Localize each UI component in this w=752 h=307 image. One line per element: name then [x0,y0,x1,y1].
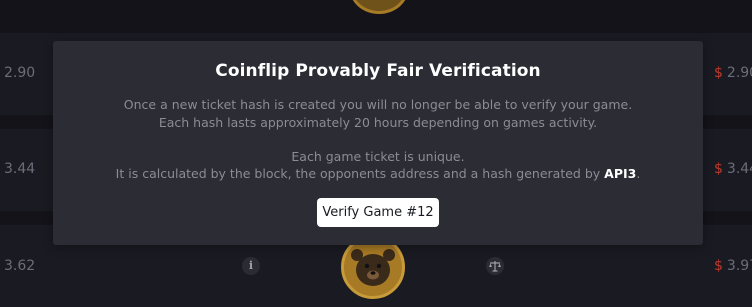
row-value-right-3: $3.97 [714,258,752,274]
row-value-left-2: 3.44 [4,161,36,177]
modal-text-line-4-end: . [636,166,641,181]
modal-text-line-4-start: It is calculated by the block, the oppon… [115,166,605,181]
row-amount: 3.44 [726,161,752,177]
verification-modal: Coinflip Provably Fair Verification Once… [53,41,703,245]
verify-game-button[interactable]: Verify Game #12 [317,198,439,227]
modal-text-line-3: Each game ticket is unique. [291,149,465,164]
modal-text-line-4: It is calculated by the block, the oppon… [53,166,703,181]
currency-symbol: $ [714,161,723,177]
balance-scale-icon[interactable] [486,257,504,275]
info-circle-icon[interactable]: i [242,257,260,275]
row-value-right-2: $3.44 [714,161,752,177]
currency-symbol: $ [714,65,723,81]
api3-brand: API3 [604,166,637,181]
coin-icon [349,0,409,14]
row-value-right-1: $2.90 [714,65,752,81]
row-amount: 3.97 [726,258,752,274]
row-amount: 2.90 [726,65,752,81]
modal-text-line-2: Each hash lasts approximately 20 hours d… [158,115,598,130]
row-value-left-1: 2.90 [4,65,36,81]
modal-text-line-1: Once a new ticket hash is created you wi… [123,97,633,112]
row-value-left-3: 3.62 [4,258,36,274]
currency-symbol: $ [714,258,723,274]
modal-title: Coinflip Provably Fair Verification [215,61,541,81]
